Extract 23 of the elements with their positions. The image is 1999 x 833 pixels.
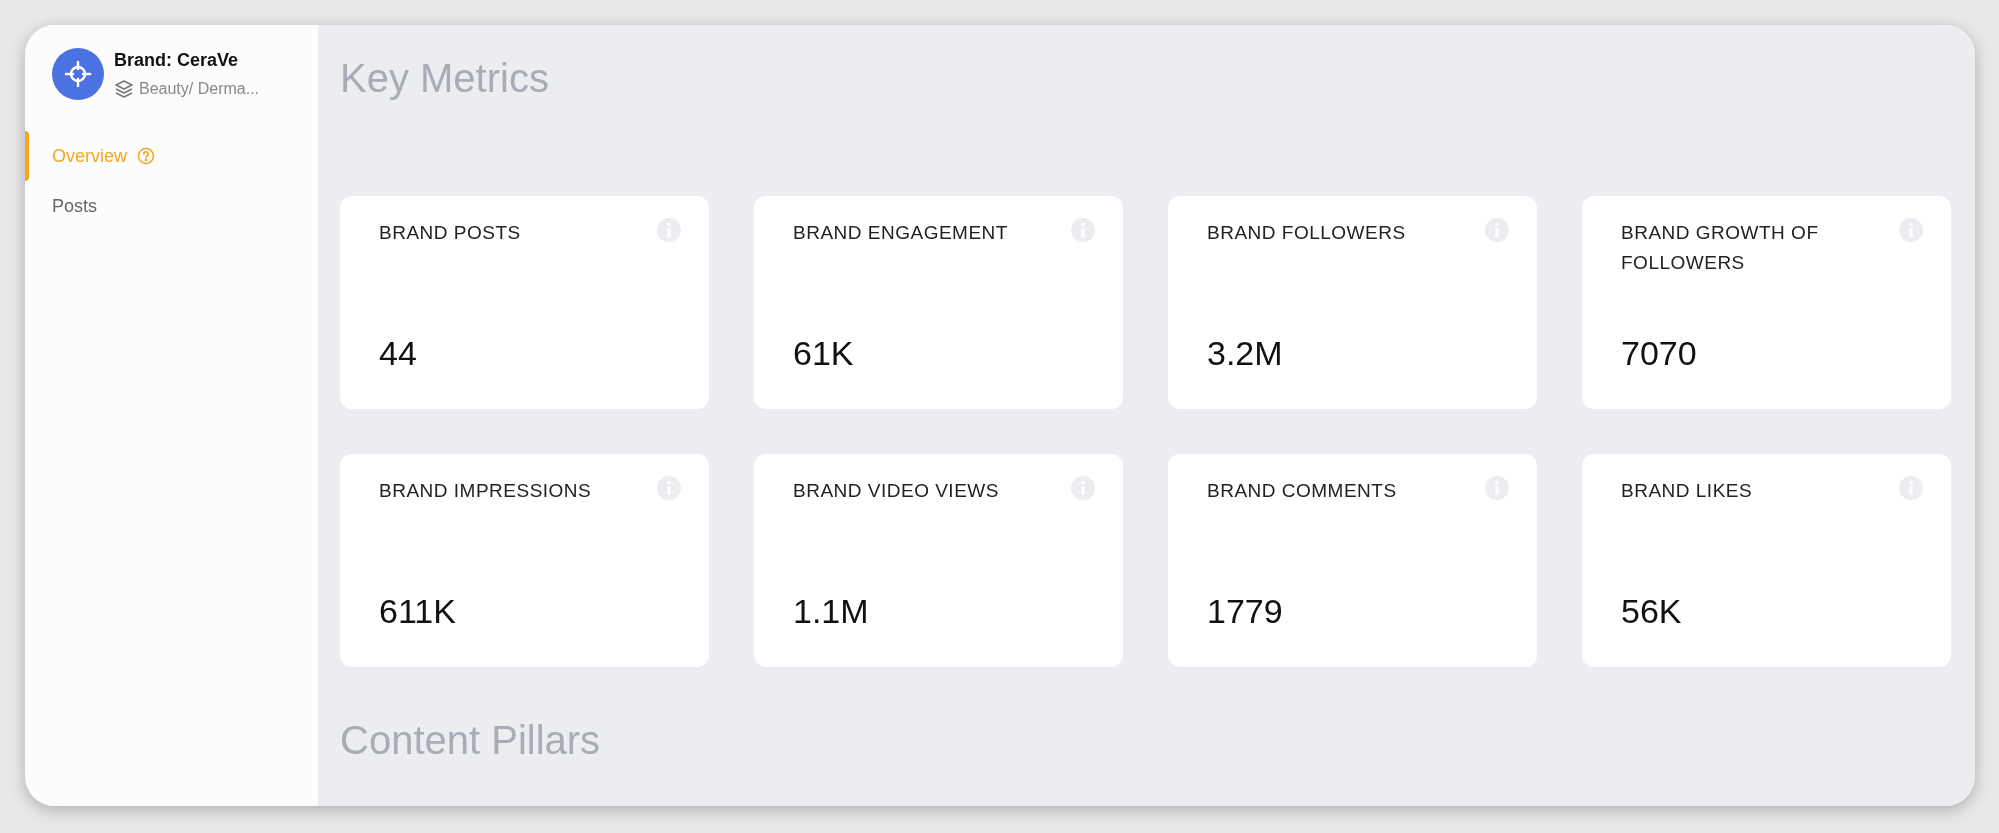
metric-value: 3.2M (1207, 333, 1284, 374)
layers-icon (114, 79, 134, 99)
section-title: Key Metrics (340, 55, 550, 102)
metric-label: BRAND FOLLOWERS (1207, 221, 1406, 245)
metric-label: BRAND IMPRESSIONS (379, 479, 592, 503)
metric-value: 44 (379, 333, 418, 374)
metric-label: BRAND LIKES (1621, 479, 1753, 503)
metric-label: BRAND POSTS (379, 221, 521, 245)
brand-category: Beauty/ Derma... (139, 79, 260, 99)
metric-label: BRAND COMMENTS (1207, 479, 1397, 503)
brand-name: Brand: CeraVe (114, 49, 240, 72)
metric-value: 7070 (1621, 333, 1698, 374)
metric-value: 611K (379, 591, 457, 632)
metric-label: BRAND VIDEO VIEWS (793, 479, 999, 503)
metric-value: 61K (793, 333, 855, 374)
metric-label: BRAND GROWTH OF FOLLOWERS (1621, 221, 1820, 275)
metric-value: 1779 (1207, 591, 1284, 632)
metric-value: 1.1M (793, 591, 870, 632)
section-title: Content Pillars (340, 717, 602, 764)
metric-value: 56K (1621, 591, 1683, 632)
metric-label: BRAND ENGAGEMENT (793, 221, 1008, 245)
crosshair-logo-icon (52, 48, 104, 100)
nav-item[interactable]: Posts (29, 181, 98, 231)
